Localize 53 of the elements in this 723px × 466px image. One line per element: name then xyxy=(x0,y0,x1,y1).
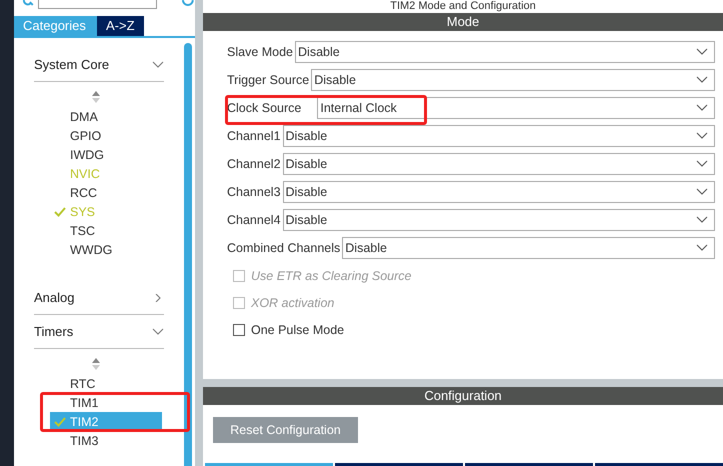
field-label: Combined Channels xyxy=(227,241,342,255)
chevron-down-icon[interactable] xyxy=(696,76,708,84)
dropdown[interactable]: Disable xyxy=(282,125,715,147)
category-header[interactable]: Timers xyxy=(34,315,164,349)
sidebar-tab[interactable]: A->Z xyxy=(97,16,144,36)
category-header[interactable]: Analog xyxy=(34,281,164,315)
search-icon xyxy=(22,0,34,8)
chevron-down-icon[interactable] xyxy=(696,104,708,112)
peripheral-item[interactable]: IWDG xyxy=(50,145,162,164)
checkbox-label: One Pulse Mode xyxy=(251,322,344,336)
check-icon xyxy=(54,416,66,426)
dropdown[interactable]: Disable xyxy=(342,237,715,259)
field-label: Channel4 xyxy=(227,213,282,227)
peripheral-item[interactable]: WWDG xyxy=(50,240,162,259)
checkbox-label: Use ETR as Clearing Source xyxy=(251,268,412,282)
dropdown[interactable]: Disable xyxy=(282,153,715,175)
dropdown[interactable]: Disable xyxy=(311,69,715,91)
dropdown[interactable]: Disable xyxy=(282,209,715,231)
chevron-icon[interactable] xyxy=(152,60,164,68)
configuration-header: Configuration xyxy=(203,387,723,405)
chevron-down-icon[interactable] xyxy=(696,48,708,56)
chevron-icon[interactable] xyxy=(152,328,164,336)
checkbox-label: XOR activation xyxy=(251,296,334,310)
dropdown[interactable]: Disable xyxy=(282,181,715,203)
field-label: Channel3 xyxy=(227,185,282,199)
peripheral-item[interactable]: RCC xyxy=(50,183,162,202)
sort-icon[interactable] xyxy=(92,91,100,103)
category-header[interactable]: System Core xyxy=(34,48,164,82)
chevron-down-icon[interactable] xyxy=(696,216,708,224)
peripheral-item[interactable]: GPIO xyxy=(50,126,162,145)
sort-icon[interactable] xyxy=(92,358,100,370)
field-label: Trigger Source xyxy=(227,73,310,87)
scrollbar[interactable] xyxy=(184,43,192,466)
chevron-down-icon[interactable] xyxy=(696,244,708,252)
dropdown[interactable]: Internal Clock xyxy=(317,97,715,119)
field-label: Slave Mode xyxy=(227,45,294,59)
peripheral-item[interactable]: TSC xyxy=(50,221,162,240)
chevron-down-icon[interactable] xyxy=(696,160,708,168)
peripheral-item[interactable]: RTC xyxy=(50,374,162,393)
mode-header: Mode xyxy=(203,13,723,31)
search-field[interactable] xyxy=(38,0,158,9)
checkbox[interactable] xyxy=(233,324,245,336)
field-label: Clock Source xyxy=(227,101,302,115)
peripheral-item[interactable]: DMA xyxy=(50,107,162,126)
field-label: Channel1 xyxy=(227,129,282,143)
chevron-down-icon[interactable] xyxy=(696,132,708,140)
chevron-down-icon[interactable] xyxy=(696,188,708,196)
dropdown[interactable]: Disable xyxy=(295,41,715,63)
gear-icon[interactable] xyxy=(181,0,195,8)
peripheral-item[interactable]: TIM3 xyxy=(50,431,162,450)
check-icon xyxy=(54,206,66,216)
field-label: Channel2 xyxy=(227,157,282,171)
peripheral-item[interactable]: TIM1 xyxy=(50,393,162,412)
